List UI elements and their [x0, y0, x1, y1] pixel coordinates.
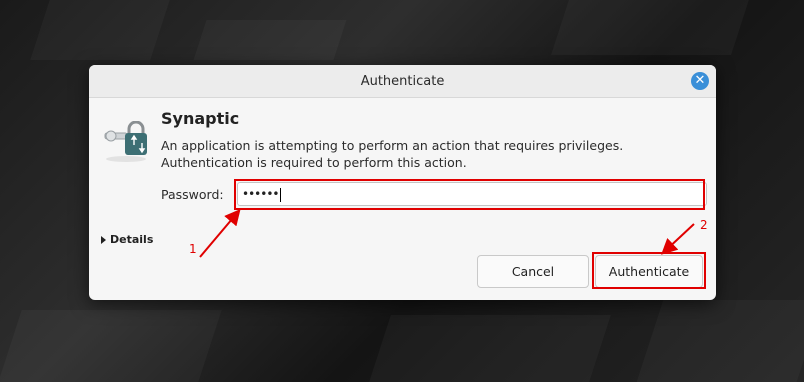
arrow-step1 — [199, 208, 241, 258]
step-number-1: 1 — [189, 242, 197, 256]
step-number-2: 2 — [700, 218, 708, 232]
arrow-step2 — [661, 223, 695, 255]
annotation-arrows — [199, 208, 695, 258]
